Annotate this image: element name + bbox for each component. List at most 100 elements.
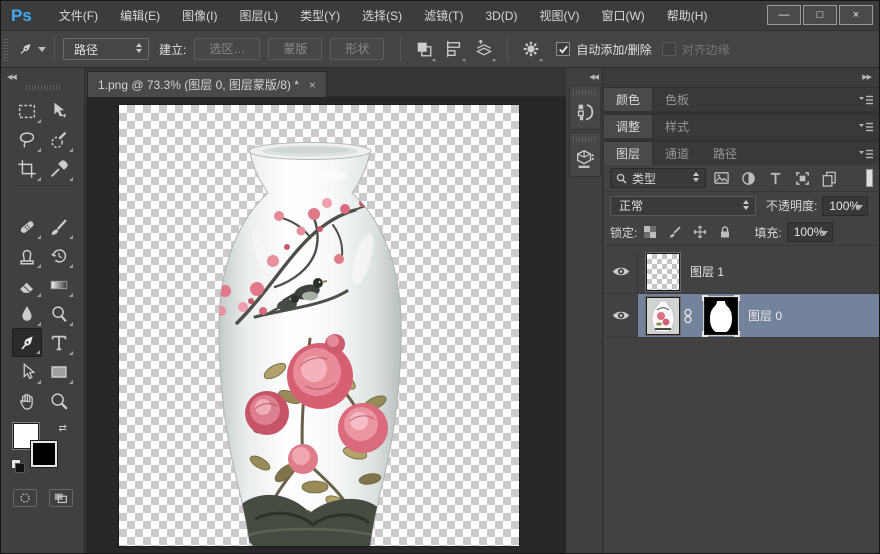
menu-item-image[interactable]: 图像(I) bbox=[171, 1, 228, 31]
properties-panel-button[interactable] bbox=[569, 132, 601, 177]
dock-header: ▶▶ bbox=[604, 68, 879, 87]
dodge-tool[interactable] bbox=[44, 299, 74, 328]
move-tool[interactable] bbox=[44, 96, 74, 125]
visibility-cell[interactable] bbox=[604, 294, 638, 337]
document-tab[interactable]: 1.png @ 73.3% (图层 0, 图层蒙版/8) * × bbox=[87, 71, 327, 97]
menu-item-filter[interactable]: 滤镜(T) bbox=[413, 1, 474, 31]
type-tool[interactable] bbox=[44, 328, 74, 357]
tab-swatches[interactable]: 色板 bbox=[653, 88, 701, 111]
layer-mask-thumbnail[interactable] bbox=[704, 297, 738, 335]
tab-adjustments[interactable]: 调整 bbox=[604, 115, 653, 138]
maximize-button[interactable]: □ bbox=[803, 5, 837, 25]
tab-styles[interactable]: 样式 bbox=[653, 115, 701, 138]
options-bar-grip[interactable] bbox=[3, 37, 8, 61]
menu-item-view[interactable]: 视图(V) bbox=[528, 1, 590, 31]
fill-value[interactable]: 100% bbox=[787, 222, 833, 242]
layer-mask-link-icon[interactable] bbox=[683, 308, 693, 324]
background-color-swatch[interactable] bbox=[31, 441, 57, 467]
align-edges-checkbox[interactable] bbox=[662, 42, 676, 56]
auto-add-delete-checkbox[interactable] bbox=[556, 42, 570, 56]
path-operations-button[interactable] bbox=[411, 37, 437, 61]
lock-pixels-icon[interactable] bbox=[668, 225, 682, 239]
menu-item-3d[interactable]: 3D(D) bbox=[474, 1, 528, 31]
hand-tool[interactable] bbox=[12, 386, 42, 415]
blend-mode-select[interactable]: 正常 bbox=[610, 196, 756, 216]
filter-pixel-layers-icon[interactable] bbox=[713, 170, 730, 187]
collapse-panels-button[interactable]: ▶▶ bbox=[862, 73, 871, 81]
quick-mask-button[interactable] bbox=[13, 489, 37, 507]
screen-mode-button[interactable] bbox=[49, 489, 73, 507]
layer-filter-select[interactable]: 类型 bbox=[610, 168, 706, 188]
menu-item-window[interactable]: 窗口(W) bbox=[590, 1, 655, 31]
path-alignment-button[interactable] bbox=[441, 37, 467, 61]
tab-channels[interactable]: 通道 bbox=[653, 142, 701, 165]
quick-selection-tool[interactable] bbox=[44, 125, 74, 154]
default-colors-icon[interactable] bbox=[11, 459, 24, 472]
crop-tool[interactable] bbox=[12, 154, 42, 183]
panel-menu-icon[interactable] bbox=[858, 149, 874, 160]
layer-name[interactable]: 图层 1 bbox=[690, 263, 724, 280]
expand-panels-button[interactable]: ◀◀ bbox=[567, 68, 602, 83]
filter-adjustment-layers-icon[interactable] bbox=[740, 170, 757, 187]
layer-name[interactable]: 图层 0 bbox=[748, 307, 782, 324]
lock-all-icon[interactable] bbox=[718, 225, 732, 239]
path-arrangement-button[interactable] bbox=[471, 37, 497, 61]
filter-smart-objects-icon[interactable] bbox=[821, 170, 838, 187]
menu-item-edit[interactable]: 编辑(E) bbox=[109, 1, 171, 31]
history-panel-button[interactable] bbox=[569, 85, 601, 130]
spot-healing-brush-tool[interactable] bbox=[12, 212, 42, 241]
make-shape-button[interactable]: 形状 bbox=[330, 38, 384, 60]
panel-menu-icon[interactable] bbox=[858, 95, 874, 106]
layer-thumbnail[interactable] bbox=[646, 253, 680, 291]
minimize-button[interactable]: — bbox=[767, 5, 801, 25]
brush-tool[interactable] bbox=[44, 212, 74, 241]
opacity-value[interactable]: 100% bbox=[822, 196, 868, 216]
panel-menu-icon[interactable] bbox=[858, 122, 874, 133]
rectangular-marquee-tool[interactable] bbox=[12, 96, 42, 125]
menu-item-help[interactable]: 帮助(H) bbox=[656, 1, 719, 31]
layer-row-0[interactable]: 图层 0 bbox=[604, 294, 879, 338]
close-tab-icon[interactable]: × bbox=[309, 78, 316, 92]
eraser-tool[interactable] bbox=[12, 270, 42, 299]
layer-thumbnail[interactable] bbox=[646, 297, 680, 335]
crop-icon bbox=[16, 158, 38, 180]
lasso-tool[interactable] bbox=[12, 125, 42, 154]
shape-tool[interactable] bbox=[44, 357, 74, 386]
eyedropper-tool[interactable] bbox=[44, 154, 74, 183]
filter-shape-layers-icon[interactable] bbox=[794, 170, 811, 187]
close-button[interactable]: × bbox=[839, 5, 873, 25]
pen-settings-button[interactable] bbox=[518, 37, 544, 61]
path-selection-tool[interactable] bbox=[12, 357, 42, 386]
tab-color[interactable]: 颜色 bbox=[604, 88, 653, 111]
filter-type-layers-icon[interactable] bbox=[767, 170, 784, 187]
document-canvas[interactable] bbox=[119, 105, 519, 546]
zoom-tool[interactable] bbox=[44, 386, 74, 415]
menu-item-file[interactable]: 文件(F) bbox=[48, 1, 109, 31]
menu-item-select[interactable]: 选择(S) bbox=[351, 1, 413, 31]
menu-item-layer[interactable]: 图层(L) bbox=[228, 1, 289, 31]
layer-row-1[interactable]: 图层 1 bbox=[604, 250, 879, 294]
tab-layers[interactable]: 图层 bbox=[604, 142, 653, 165]
tab-paths[interactable]: 路径 bbox=[701, 142, 749, 165]
toolbar-grip[interactable] bbox=[26, 85, 60, 90]
blur-tool[interactable] bbox=[12, 299, 42, 328]
menu-item-type[interactable]: 类型(Y) bbox=[289, 1, 351, 31]
lock-position-icon[interactable] bbox=[693, 225, 707, 239]
tool-preset-picker[interactable] bbox=[16, 36, 46, 62]
clone-stamp-tool[interactable] bbox=[12, 241, 42, 270]
make-selection-button[interactable]: 选区… bbox=[194, 38, 260, 60]
make-mask-button[interactable]: 蒙版 bbox=[268, 38, 322, 60]
lock-transparency-icon[interactable] bbox=[643, 225, 657, 239]
document-tab-bar: 1.png @ 73.3% (图层 0, 图层蒙版/8) * × bbox=[86, 68, 566, 97]
visibility-cell[interactable] bbox=[604, 250, 638, 293]
pen-tool[interactable] bbox=[12, 328, 42, 357]
layers-panel-group: 图层 通道 路径 bbox=[604, 141, 879, 165]
swap-colors-icon[interactable]: ⇄ bbox=[59, 423, 67, 434]
canvas-surround[interactable] bbox=[86, 97, 566, 553]
tool-mode-select[interactable]: 路径 bbox=[63, 38, 149, 60]
history-brush-tool[interactable] bbox=[44, 241, 74, 270]
screen-mode-icon bbox=[53, 491, 69, 505]
layer-filter-toggle[interactable] bbox=[866, 169, 873, 187]
collapse-toolbar-button[interactable]: ◀◀ bbox=[1, 68, 84, 81]
gradient-tool[interactable] bbox=[44, 270, 74, 299]
